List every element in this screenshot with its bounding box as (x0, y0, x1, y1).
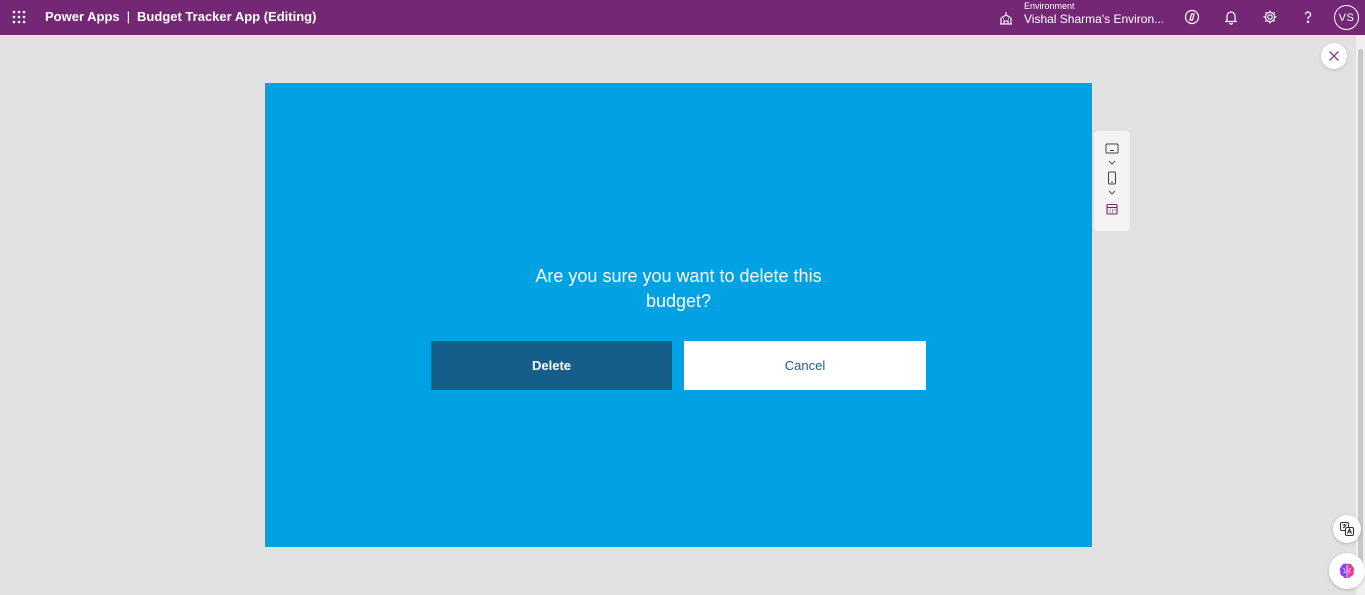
calendar-icon[interactable] (1103, 202, 1121, 216)
device-panel (1094, 131, 1130, 231)
close-icon (1329, 51, 1339, 61)
help-icon[interactable] (1298, 7, 1318, 27)
waffle-icon[interactable] (12, 10, 26, 24)
close-button[interactable] (1321, 43, 1347, 69)
environment-selector[interactable]: Environment Vishal Sharma's Environ... (1024, 1, 1164, 27)
chevron-down-icon[interactable] (1105, 188, 1119, 196)
desktop-icon[interactable] (1103, 142, 1121, 156)
bell-icon[interactable] (1221, 7, 1241, 27)
gear-icon[interactable] (1260, 7, 1280, 27)
cancel-button[interactable]: Cancel (684, 341, 926, 390)
avatar[interactable]: VS (1334, 5, 1359, 30)
brain-icon (1339, 563, 1355, 578)
copilot-brain-button[interactable] (1329, 553, 1365, 589)
app-title: Power Apps | Budget Tracker App (Editing) (45, 9, 316, 24)
app-canvas: Are you sure you want to delete this bud… (265, 83, 1092, 547)
scrollbar[interactable] (1356, 35, 1365, 595)
delete-button[interactable]: Delete (431, 341, 672, 390)
chevron-down-icon[interactable] (1105, 158, 1119, 166)
scrollbar-thumb[interactable] (1358, 49, 1363, 569)
app-name: Budget Tracker App (Editing) (137, 9, 317, 24)
translate-button[interactable] (1333, 515, 1361, 543)
copilot-icon[interactable] (1182, 7, 1202, 27)
confirm-message: Are you sure you want to delete this bud… (265, 264, 1092, 314)
phone-icon[interactable] (1103, 171, 1121, 185)
product-name[interactable]: Power Apps (45, 9, 120, 24)
confirm-message-text: Are you sure you want to delete this bud… (535, 266, 822, 311)
environment-icon (998, 10, 1014, 26)
title-separator: | (126, 9, 131, 24)
translate-icon (1339, 521, 1355, 537)
environment-name: Vishal Sharma's Environ... (1024, 12, 1165, 26)
environment-label: Environment (1024, 1, 1075, 11)
top-bar: Power Apps | Budget Tracker App (Editing) … (0, 0, 1365, 35)
